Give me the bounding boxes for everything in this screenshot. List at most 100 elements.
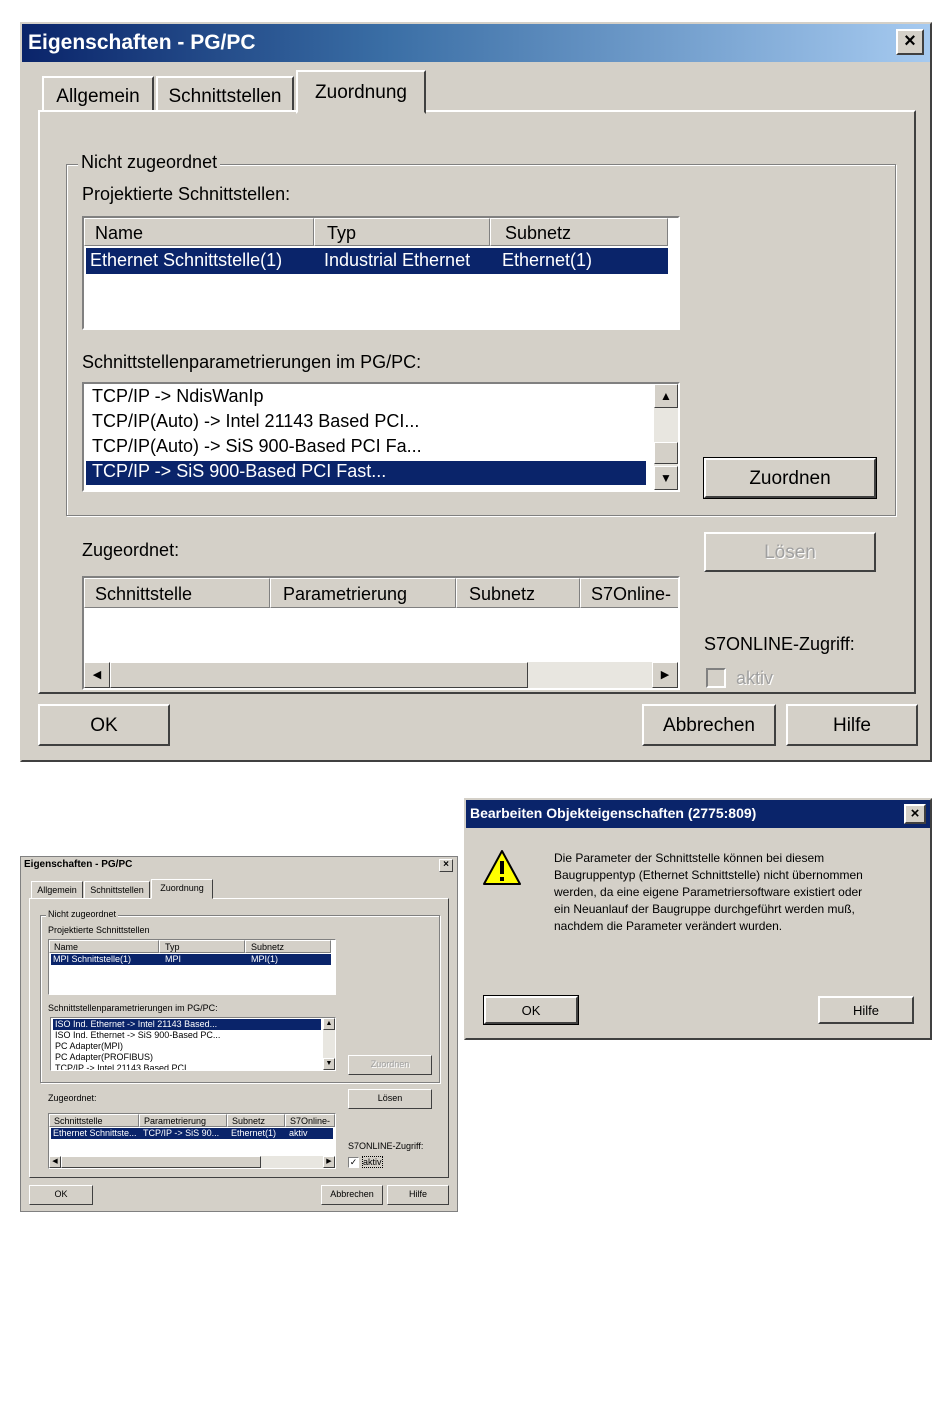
scroll-left-button[interactable]: ◀ (84, 662, 110, 688)
assign-button[interactable]: Zuordnen (348, 1055, 432, 1075)
active-checkbox[interactable]: ✓ (348, 1157, 359, 1168)
tab-label: Allgemein (37, 885, 77, 895)
not-assigned-group-title: Nicht zugeordnet (46, 909, 119, 919)
tab-label: Zuordnung (160, 883, 204, 893)
header-text: Subnetz (469, 584, 536, 604)
not-assigned-group-title: Nicht zugeordnet (78, 152, 221, 173)
help-button[interactable]: Hilfe (818, 996, 914, 1024)
tab-schnittstellen[interactable]: Schnittstellen (84, 881, 150, 899)
scroll-down-button[interactable]: ▼ (654, 466, 678, 490)
horizontal-scrollbar[interactable]: ◀ ▶ (84, 662, 678, 688)
button-label: Hilfe (832, 715, 871, 736)
cancel-button[interactable]: Abbrechen (642, 704, 776, 746)
close-button[interactable]: × (896, 29, 924, 55)
table-row[interactable]: Ethernet Schnittste... TCP/IP -> SiS 90.… (51, 1128, 333, 1139)
column-header-parametrierung[interactable]: Parametrierung (270, 578, 456, 608)
list-item-selected[interactable]: TCP/IP -> SiS 900-Based PCI Fast... (86, 461, 646, 485)
close-icon: × (910, 805, 920, 822)
tab-page: Nicht zugeordnet Projektierte Schnittste… (29, 898, 449, 1178)
table-row[interactable]: MPI Schnittstelle(1) MPI MPI(1) (51, 954, 331, 965)
parameter-sets-list[interactable]: ISO Ind. Ethernet -> Intel 21143 Based..… (50, 1017, 336, 1071)
scroll-up-button[interactable]: ▲ (323, 1018, 335, 1030)
ok-button[interactable]: OK (38, 704, 170, 746)
header-text: Name (54, 942, 79, 952)
column-header-typ[interactable]: Typ (159, 940, 245, 953)
column-header-s7online[interactable]: S7Online- (285, 1114, 335, 1127)
tab-zuordnung[interactable]: Zuordnung (296, 70, 426, 114)
column-header-schnittstelle[interactable]: Schnittstelle (49, 1114, 139, 1127)
list-item[interactable]: TCP/IP(Auto) -> Intel 21143 Based PCI... (86, 411, 646, 435)
projected-interfaces-list[interactable]: Name Typ Subnetz MPI Schnittstelle(1) MP… (48, 939, 336, 995)
header-text: Subnetz (232, 1116, 266, 1126)
tab-label: Schnittstellen (168, 86, 282, 107)
tab-zuordnung[interactable]: Zuordnung (151, 879, 213, 899)
list-item[interactable]: PC Adapter(MPI) (53, 1041, 321, 1052)
assign-button[interactable]: Zuordnen (703, 457, 877, 499)
assigned-list[interactable]: Schnittstelle Parametrierung Subnetz S7O… (48, 1113, 336, 1169)
tab-allgemein[interactable]: Allgemein (42, 76, 154, 112)
tab-schnittstellen[interactable]: Schnittstellen (156, 76, 294, 112)
message-line: Baugruppentyp (Ethernet Schnittstelle) n… (554, 868, 863, 882)
help-button[interactable]: Hilfe (786, 704, 918, 746)
scroll-left-button[interactable]: ◀ (49, 1156, 61, 1168)
cell-subnet: Ethernet(1) (502, 250, 593, 270)
tab-allgemein[interactable]: Allgemein (31, 881, 83, 899)
projected-interfaces-label: Projektierte Schnittstellen: (82, 184, 290, 205)
table-row[interactable]: Ethernet Schnittstelle(1) Industrial Eth… (86, 248, 668, 274)
tab-page: Nicht zugeordnet Projektierte Schnittste… (38, 110, 916, 694)
ok-button[interactable]: OK (29, 1185, 93, 1205)
vertical-scrollbar[interactable]: ▲ ▼ (654, 384, 678, 490)
column-header-name[interactable]: Name (84, 218, 314, 246)
scroll-thumb[interactable] (654, 442, 678, 464)
button-label: OK (90, 715, 118, 736)
column-header-subnetz[interactable]: Subnetz (245, 940, 331, 953)
column-header-name[interactable]: Name (49, 940, 159, 953)
scroll-up-button[interactable]: ▲ (654, 384, 678, 408)
button-label: Abbrechen (663, 715, 755, 736)
scroll-down-button[interactable]: ▼ (323, 1058, 335, 1070)
list-item[interactable]: ISO Ind. Ethernet -> SiS 900-Based PC... (53, 1030, 321, 1041)
header-text: S7Online- (591, 584, 672, 604)
parameter-sets-label: Schnittstellenparametrierungen im PG/PC: (48, 1003, 218, 1013)
cell-parameter: TCP/IP -> SiS 90... (143, 1128, 220, 1138)
column-header-subnetz[interactable]: Subnetz (227, 1114, 285, 1127)
cancel-button[interactable]: Abbrechen (321, 1185, 383, 1205)
list-item[interactable]: TCP/IP(Auto) -> SiS 900-Based PCI Fa... (86, 436, 646, 460)
list-item[interactable]: TCP/IP -> NdisWanIp (86, 386, 646, 410)
header-text: Typ (165, 942, 180, 952)
column-header-typ[interactable]: Typ (314, 218, 490, 246)
release-button[interactable]: Lösen (704, 532, 876, 572)
release-button[interactable]: Lösen (348, 1089, 432, 1109)
assigned-label: Zugeordnet: (82, 540, 179, 561)
parameter-sets-list[interactable]: TCP/IP -> NdisWanIp TCP/IP(Auto) -> Inte… (82, 382, 680, 492)
close-button[interactable]: × (439, 859, 453, 872)
horizontal-scrollbar[interactable]: ◀ ▶ (49, 1156, 335, 1168)
list-item[interactable]: TCP/IP -> Intel 21143 Based PCI... (53, 1063, 321, 1070)
label-text: S7ONLINE-Zugriff: (704, 634, 855, 654)
close-button[interactable]: × (904, 804, 926, 824)
scroll-right-button[interactable]: ▶ (652, 662, 678, 688)
button-label: Lösen (764, 542, 816, 563)
column-header-s7online[interactable]: S7Online- (580, 578, 678, 608)
vertical-scrollbar[interactable]: ▲ ▼ (323, 1018, 335, 1070)
ok-button[interactable]: OK (483, 995, 579, 1025)
properties-dialog-large: Eigenschaften - PG/PC × Allgemein Schnit… (20, 22, 932, 762)
column-header-schnittstelle[interactable]: Schnittstelle (84, 578, 270, 608)
scroll-thumb[interactable] (61, 1156, 261, 1168)
scroll-right-button[interactable]: ▶ (323, 1156, 335, 1168)
column-header-subnetz[interactable]: Subnetz (456, 578, 580, 608)
active-checkbox-label: aktiv (736, 668, 773, 689)
s7online-access-label: S7ONLINE-Zugriff: (704, 634, 855, 655)
list-item[interactable]: PC Adapter(PROFIBUS) (53, 1052, 321, 1063)
cell-name: Ethernet Schnittstelle(1) (90, 250, 283, 270)
column-header-parametrierung[interactable]: Parametrierung (139, 1114, 227, 1127)
projected-interfaces-list[interactable]: Name Typ Subnetz Ethernet Schnittstelle(… (82, 216, 680, 330)
list-item-selected[interactable]: ISO Ind. Ethernet -> Intel 21143 Based..… (53, 1019, 321, 1030)
title-bar: Eigenschaften - PG/PC (21, 857, 457, 875)
column-header-subnetz[interactable]: Subnetz (490, 218, 668, 246)
help-button[interactable]: Hilfe (387, 1185, 449, 1205)
scroll-thumb[interactable] (110, 662, 528, 688)
active-checkbox[interactable] (706, 668, 726, 688)
assigned-list[interactable]: Schnittstelle Parametrierung Subnetz S7O… (82, 576, 680, 690)
cell-subnet: MPI(1) (251, 954, 278, 964)
